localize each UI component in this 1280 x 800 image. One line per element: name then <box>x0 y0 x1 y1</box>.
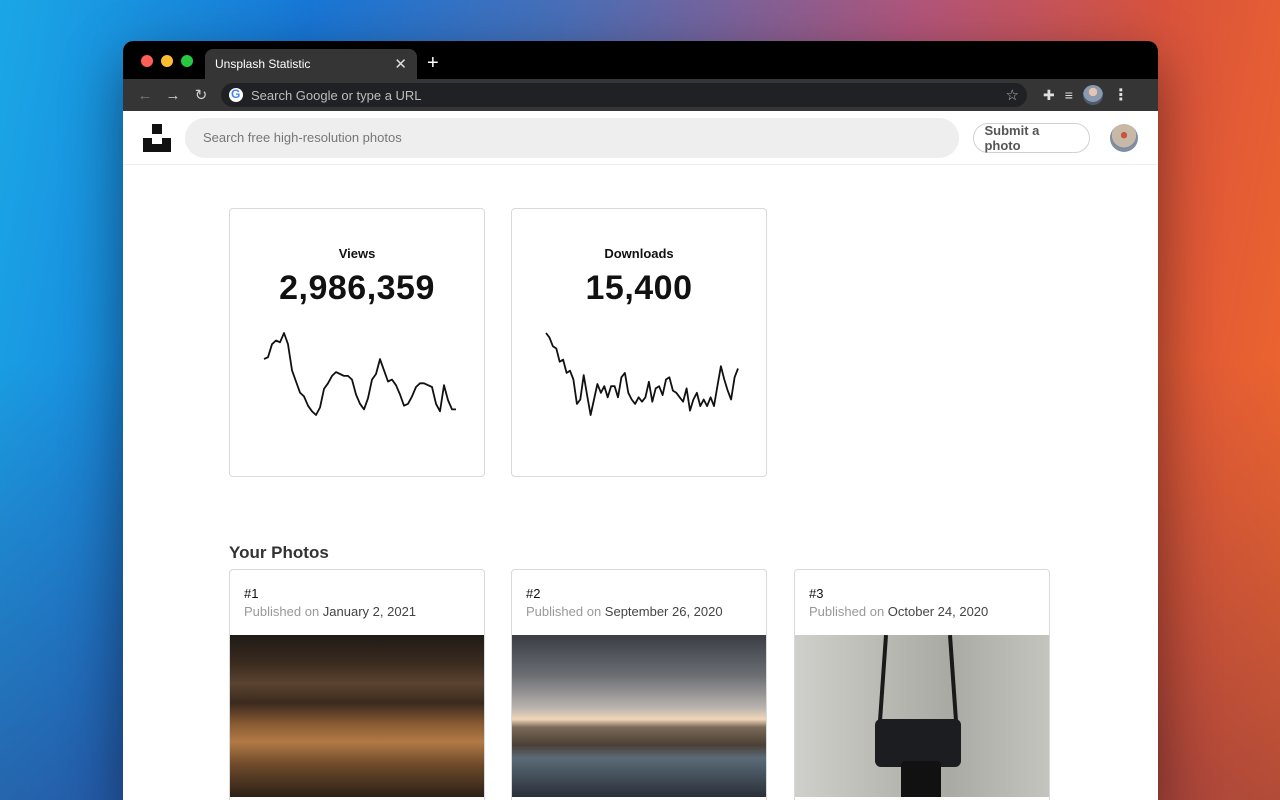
sparkline-series <box>263 332 456 416</box>
profile-avatar[interactable] <box>1082 85 1103 105</box>
extensions-icon[interactable]: ✚ <box>1043 87 1055 104</box>
camera-icon <box>875 719 961 767</box>
views-value: 2,986,359 <box>279 269 435 307</box>
views-sparkline <box>263 332 456 416</box>
photo-published: Published on October 24, 2020 <box>809 604 989 619</box>
browser-menu-icon[interactable]: ⋮ <box>1113 85 1129 105</box>
photo-published: Published on January 2, 2021 <box>244 604 417 619</box>
photo-image[interactable] <box>230 635 484 797</box>
photo-card[interactable]: #1 Published on January 2, 2021 <box>229 569 485 800</box>
photo-rank: #1 <box>244 586 259 601</box>
photo-date: January 2, 2021 <box>322 604 417 619</box>
window-controls <box>141 55 193 67</box>
back-icon[interactable]: ← <box>131 81 159 109</box>
sparkline-series <box>545 332 739 416</box>
google-icon <box>229 88 243 102</box>
tab-strip: Unsplash Statistic ✕ + <box>123 41 1158 79</box>
your-photos-heading: Your Photos <box>229 543 329 562</box>
new-tab-button[interactable]: + <box>427 49 439 77</box>
photo-rank: #2 <box>526 586 541 601</box>
bookmark-star-icon[interactable]: ☆ <box>1006 86 1019 104</box>
photo-card[interactable]: #3 Published on October 24, 2020 <box>794 569 1050 800</box>
browser-tab[interactable]: Unsplash Statistic ✕ <box>205 49 417 79</box>
toolbar-icons: ✚ ≡ ⋮ <box>1043 85 1129 105</box>
user-avatar[interactable] <box>1110 123 1139 152</box>
photo-card[interactable]: #2 Published on September 26, 2020 <box>511 569 767 800</box>
forward-icon[interactable]: → <box>159 81 187 109</box>
views-label: Views <box>338 246 376 261</box>
downloads-label: Downloads <box>604 246 674 261</box>
close-window-button[interactable] <box>141 55 153 67</box>
photo-image[interactable] <box>512 635 766 797</box>
tab-title: Unsplash Statistic <box>215 57 311 71</box>
views-card: Views 2,986,359 <box>229 208 485 477</box>
reload-icon[interactable]: ↻ <box>187 81 215 109</box>
photo-search-input[interactable]: Search free high-resolution photos <box>184 117 960 158</box>
downloads-sparkline <box>545 332 739 416</box>
photo-date: October 24, 2020 <box>887 604 989 619</box>
downloads-card: Downloads 15,400 <box>511 208 767 477</box>
zoom-window-button[interactable] <box>181 55 193 67</box>
site-header: Search free high-resolution photos Submi… <box>123 111 1158 165</box>
minimize-window-button[interactable] <box>161 55 173 67</box>
tab-close-icon[interactable]: ✕ <box>394 55 407 73</box>
unsplash-logo[interactable] <box>143 123 171 152</box>
photo-image[interactable] <box>795 634 1049 797</box>
main-content: Views 2,986,359 Downloads 15,400 Your Ph… <box>123 165 1158 800</box>
photo-search-placeholder: Search free high-resolution photos <box>202 130 402 145</box>
browser-toolbar: ← → ↻ Search Google or type a URL ☆ ✚ ≡ … <box>123 79 1158 111</box>
address-bar[interactable]: Search Google or type a URL ☆ <box>221 83 1027 107</box>
photo-date: September 26, 2020 <box>604 604 723 619</box>
photo-rank: #3 <box>809 586 824 601</box>
submit-photo-button[interactable]: Submit a photo <box>973 122 1091 153</box>
browser-window: Unsplash Statistic ✕ + ← → ↻ Search Goog… <box>123 41 1158 800</box>
media-control-icon[interactable]: ≡ <box>1065 87 1073 103</box>
address-bar-placeholder: Search Google or type a URL <box>251 87 422 103</box>
photo-published: Published on September 26, 2020 <box>526 604 723 619</box>
downloads-value: 15,400 <box>585 269 693 307</box>
